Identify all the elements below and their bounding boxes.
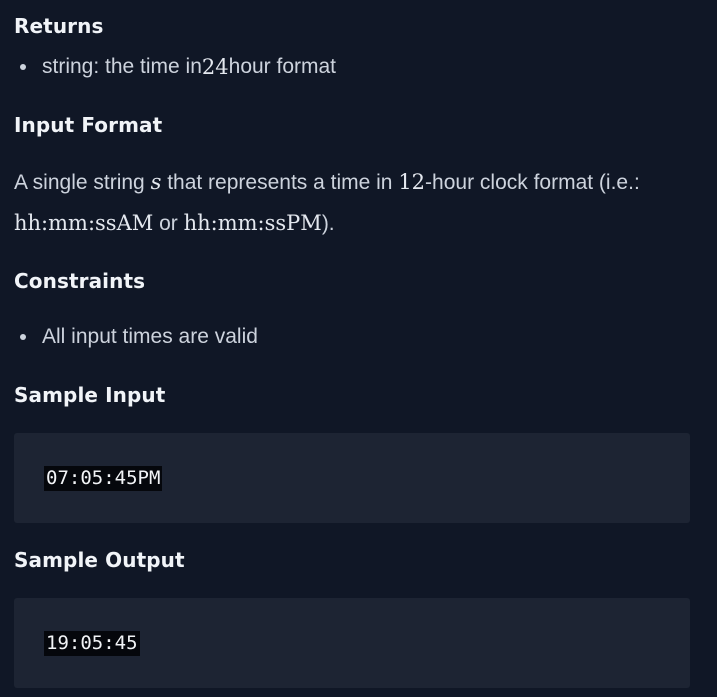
returns-text-prefix: string: the time in	[42, 55, 202, 78]
returns-heading: Returns	[14, 14, 104, 38]
returns-text-suffix: hour format	[228, 55, 337, 78]
constraints-list-item: All input times are valid	[20, 323, 258, 351]
returns-math-number: 24	[201, 55, 229, 79]
input-format-text: A single string	[14, 171, 151, 194]
bullet-icon	[20, 64, 26, 70]
input-format-math-variable: s	[150, 170, 162, 194]
input-format-math-number: 12	[398, 170, 426, 194]
input-format-math-am-format: hh:mm:ssAM	[14, 211, 154, 235]
input-format-text: ).	[321, 212, 335, 235]
constraints-heading: Constraints	[14, 269, 146, 293]
sample-input-heading: Sample Input	[14, 383, 166, 407]
input-format-text: that represents a time in	[161, 171, 399, 194]
sample-input-code: 07:05:45PM	[44, 466, 163, 491]
returns-list-item: string: the time in 24 hour format	[20, 53, 336, 81]
problem-description: Returns string: the time in 24 hour form…	[0, 0, 717, 697]
input-format-math-pm-format: hh:mm:ssPM	[183, 211, 322, 235]
constraint-text: All input times are valid	[42, 325, 258, 348]
input-format-paragraph: A single string s that represents a time…	[14, 162, 694, 244]
input-format-heading: Input Format	[14, 113, 163, 137]
sample-output-code-block: 19:05:45	[14, 598, 690, 688]
bullet-icon	[20, 334, 26, 340]
input-format-text: or	[153, 212, 184, 235]
input-format-text: -hour clock format (i.e.:	[425, 171, 640, 194]
sample-output-heading: Sample Output	[14, 548, 185, 572]
sample-output-code: 19:05:45	[44, 631, 140, 656]
sample-input-code-block: 07:05:45PM	[14, 433, 690, 523]
